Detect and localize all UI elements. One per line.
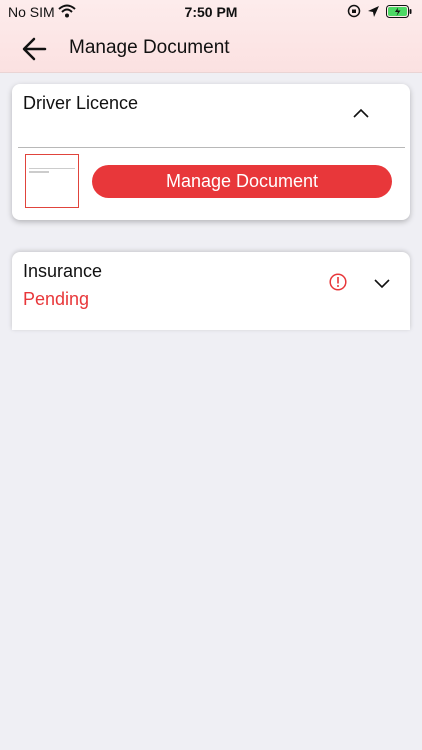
card-divider <box>18 147 405 148</box>
chevron-up-icon[interactable] <box>352 107 370 119</box>
orientation-lock-icon <box>347 4 361 18</box>
chevron-down-icon[interactable] <box>373 277 391 289</box>
back-arrow-icon[interactable] <box>20 34 50 64</box>
top-bar: No SIM 7:50 PM Manage Document <box>0 0 422 73</box>
navigation-bar: Manage Document <box>0 26 422 70</box>
document-title: Insurance <box>23 261 103 281</box>
alert-icon <box>329 273 347 291</box>
manage-document-button[interactable]: Manage Document <box>92 165 392 198</box>
status-badge: Pending <box>23 289 90 309</box>
page-title: Manage Document <box>69 37 230 58</box>
thumbnail-line <box>29 158 75 169</box>
location-icon <box>368 5 379 17</box>
battery-icon <box>386 4 412 18</box>
document-card-driver-licence: Driver Licence Manage Document <box>12 84 410 220</box>
thumbnail-line <box>29 171 49 173</box>
document-thumbnail[interactable] <box>25 154 79 208</box>
status-bar: No SIM 7:50 PM <box>0 0 422 24</box>
status-icons <box>347 4 412 18</box>
document-card-insurance: Insurance Pending <box>12 252 410 330</box>
document-title: Driver Licence <box>23 93 139 113</box>
